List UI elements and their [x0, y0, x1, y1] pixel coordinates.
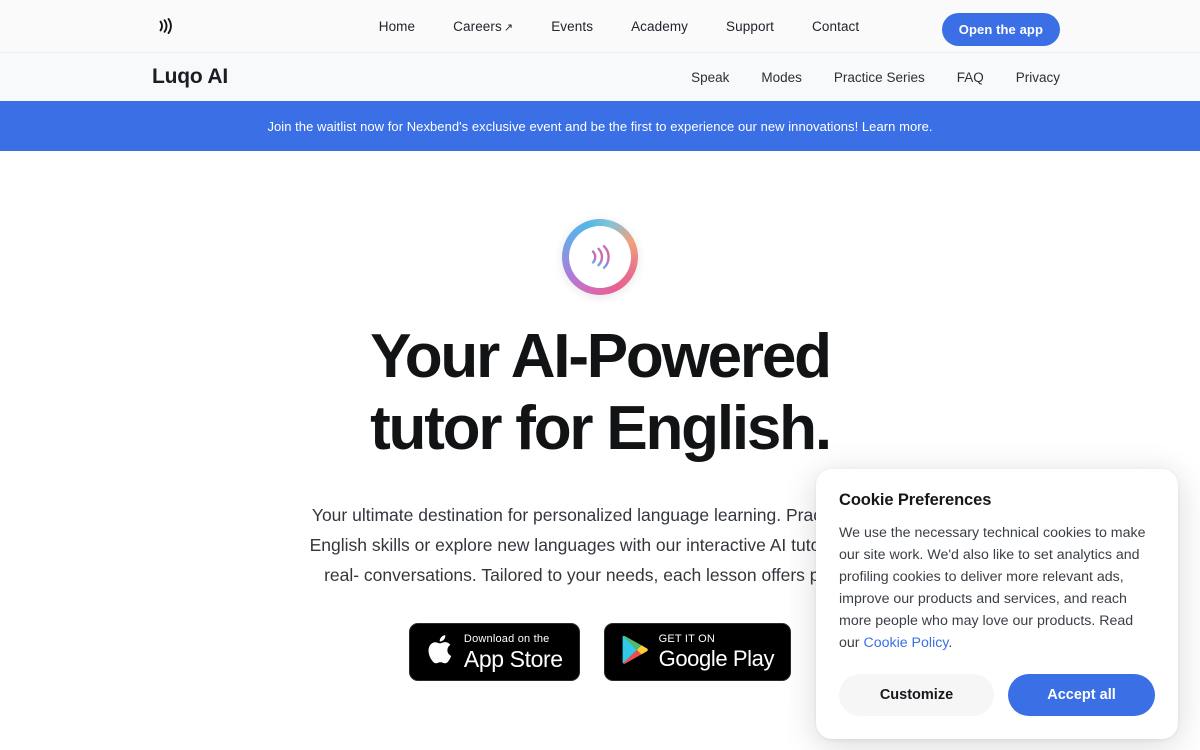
banner-text: Join the waitlist now for Nexbend's excl…	[267, 118, 859, 134]
app-store-badge-small-label: Download on the	[463, 632, 550, 645]
sound-wave-icon[interactable]	[152, 13, 178, 39]
cookie-dialog-body: We use the necessary technical cookies t…	[839, 522, 1155, 654]
open-the-app-button[interactable]: Open the app	[941, 13, 1060, 46]
app-store-badge-big-label: App Store	[463, 645, 563, 672]
nav-link-contact[interactable]: Contact	[812, 19, 859, 34]
google-play-badge-text: GET IT ON Google Play	[658, 633, 775, 672]
subnav-link-faq[interactable]: FAQ	[957, 70, 984, 85]
store-badges: Download on the App Store GET IT ON Goog…	[408, 623, 792, 682]
cookie-body-text-end: .	[948, 635, 953, 651]
customize-button[interactable]: Customize	[839, 674, 994, 716]
cookie-policy-link[interactable]: Cookie Policy	[863, 635, 948, 651]
google-play-badge-big-label: Google Play	[658, 646, 775, 672]
nav-link-events-label: Events	[551, 18, 594, 34]
subnav-link-practice-series[interactable]: Practice Series	[834, 70, 925, 85]
nav-link-support[interactable]: Support	[726, 19, 774, 34]
nav-link-home-label: Home	[378, 18, 416, 34]
cookie-preferences-dialog: Cookie Preferences We use the necessary …	[816, 469, 1178, 739]
headline-line-1: Your AI-Powered	[370, 322, 832, 391]
gradient-sound-wave-logo	[562, 219, 638, 295]
app-store-badge[interactable]: Download on the App Store	[408, 623, 580, 682]
subnav-link-modes[interactable]: Modes	[761, 70, 802, 85]
nav-link-academy-label: Academy	[631, 18, 689, 34]
sub-navigation-bar: Luqo AI Speak Modes Practice Series FAQ …	[0, 52, 1200, 101]
waitlist-announcement-banner[interactable]: Join the waitlist now for Nexbend's excl…	[0, 101, 1200, 151]
nav-link-support-label: Support	[726, 18, 775, 34]
accept-all-button[interactable]: Accept all	[1008, 674, 1155, 716]
banner-learn-more-link[interactable]: Learn more.	[862, 119, 933, 134]
cookie-body-text: We use the necessary technical cookies t…	[839, 525, 1146, 651]
page-title: Your AI-Powered tutor for English.	[370, 321, 832, 465]
nav-link-home[interactable]: Home	[379, 19, 415, 34]
nav-link-careers-label: Careers	[453, 18, 502, 34]
headline-line-2: tutor for English.	[370, 393, 832, 463]
external-link-icon: ↗	[503, 21, 514, 34]
nav-link-academy[interactable]: Academy	[631, 19, 688, 34]
subnav-link-privacy[interactable]: Privacy	[1016, 70, 1060, 85]
google-play-badge-small-label: GET IT ON	[658, 633, 716, 646]
cookie-dialog-title: Cookie Preferences	[839, 491, 992, 509]
top-nav-links: Home Careers ↗ Events Academy Support Con…	[379, 19, 860, 34]
top-navigation-bar: Home Careers ↗ Events Academy Support Con…	[0, 0, 1200, 52]
nav-link-careers[interactable]: Careers ↗	[453, 19, 513, 34]
nav-link-contact-label: Contact	[812, 18, 860, 34]
nav-link-events[interactable]: Events	[551, 19, 593, 34]
sub-nav-links: Speak Modes Practice Series FAQ Privacy	[691, 70, 1060, 85]
logo-inner-circle	[569, 226, 631, 288]
google-play-icon	[621, 634, 649, 670]
google-play-badge[interactable]: GET IT ON Google Play	[603, 623, 792, 682]
subnav-link-speak[interactable]: Speak	[691, 70, 729, 85]
brand-title[interactable]: Luqo AI	[152, 65, 228, 89]
apple-logo-icon	[426, 633, 454, 671]
cookie-dialog-actions: Customize Accept all	[839, 674, 1155, 716]
app-store-badge-text: Download on the App Store	[463, 632, 563, 672]
